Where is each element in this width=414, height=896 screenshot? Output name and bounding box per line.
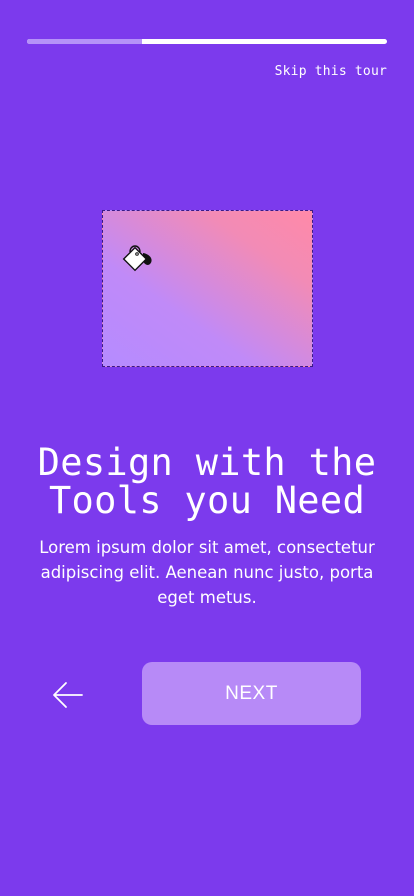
- heading-line-2: Tools you Need: [48, 479, 366, 522]
- back-button[interactable]: [46, 676, 90, 714]
- onboarding-progress-bar: [27, 39, 387, 44]
- heading-line-1: Design with the: [37, 441, 377, 484]
- arrow-left-icon: [53, 682, 83, 708]
- onboarding-description: Lorem ipsum dolor sit amet, consectetur …: [39, 538, 375, 607]
- next-button[interactable]: NEXT: [142, 662, 361, 725]
- paint-bucket-icon: [122, 245, 152, 272]
- skip-tour-button[interactable]: Skip this tour: [275, 64, 387, 79]
- onboarding-heading: Design with the Tools you Need: [0, 444, 414, 520]
- progress-fill: [27, 39, 143, 44]
- gradient-illustration: [102, 210, 313, 367]
